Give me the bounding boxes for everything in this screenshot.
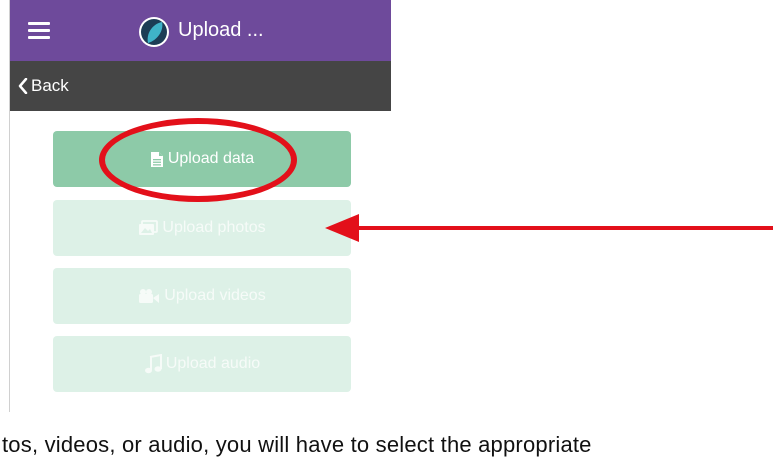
- upload-data-label: Upload data: [167, 150, 255, 167]
- caption-text: tos, videos, or audio, you will have to …: [2, 432, 592, 457]
- chevron-left-icon: [18, 78, 28, 94]
- back-button[interactable]: Back: [18, 76, 69, 96]
- red-arrow-icon: [325, 214, 773, 242]
- upload-audio-button[interactable]: Upload audio: [53, 336, 351, 392]
- upload-videos-label: Upload videos: [164, 287, 266, 304]
- hamburger-icon[interactable]: [28, 22, 50, 40]
- back-label: Back: [31, 76, 69, 95]
- upload-photos-label: Upload photos: [162, 219, 266, 236]
- nav-bar: Back: [10, 61, 391, 111]
- app-screenshot: Upload ... Back Upload data Upload photo…: [9, 0, 391, 412]
- photos-icon: [138, 220, 159, 236]
- video-camera-icon: [138, 288, 160, 304]
- upload-audio-label: Upload audio: [165, 355, 261, 372]
- music-note-icon: [144, 354, 162, 374]
- page: Upload ... Back Upload data Upload photo…: [0, 0, 776, 470]
- app-header: Upload ...: [10, 0, 391, 61]
- document-icon: [150, 151, 164, 168]
- upload-data-button[interactable]: Upload data: [53, 131, 351, 187]
- app-logo-icon: [139, 17, 169, 47]
- page-title: Upload ...: [178, 19, 264, 41]
- upload-photos-button[interactable]: Upload photos: [53, 200, 351, 256]
- upload-videos-button[interactable]: Upload videos: [53, 268, 351, 324]
